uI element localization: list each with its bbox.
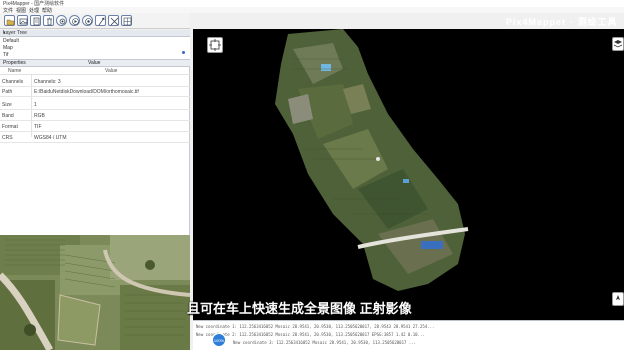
video-subtitle: 且可在车上快速生成全景图像 正射影像	[187, 301, 412, 316]
document-icon	[33, 17, 40, 26]
properties-table: Name Value Channels Channels: 3 Path E:/…	[0, 67, 190, 235]
window-title: Pix4Mapper - 国产测绘软件	[3, 1, 65, 7]
delete-button[interactable]	[43, 15, 54, 26]
properties-value-header: Value	[88, 60, 101, 66]
properties-title: Properties	[3, 60, 26, 66]
property-key: Path	[2, 89, 13, 95]
table-row[interactable]: Band RGB	[0, 111, 190, 121]
tools-button[interactable]	[108, 15, 119, 26]
zoom-extent-button[interactable]	[207, 37, 223, 53]
brand-logo: Pix4Mapper · 测绘工具	[506, 17, 618, 27]
grid-button[interactable]	[121, 15, 132, 26]
property-value: RGB	[34, 113, 45, 119]
document-button[interactable]	[30, 15, 41, 26]
table-row[interactable]: Size 1	[0, 100, 190, 110]
layer-toggle-button[interactable]	[612, 37, 624, 51]
image-button[interactable]	[17, 15, 28, 26]
property-value: Channels: 3	[34, 79, 61, 85]
measure-icon	[98, 17, 105, 26]
open-folder-icon	[6, 19, 15, 26]
properties-header: Properties Value	[0, 59, 190, 67]
log-panel: New coordinate 1: 112.2563416052 Mosaic …	[193, 320, 624, 350]
tree-item-tif[interactable]: Tif	[3, 52, 8, 58]
layer-visibility-dot[interactable]	[182, 51, 185, 54]
column-value: Value	[105, 68, 118, 74]
table-row[interactable]: CRS WGS84 / UTM	[0, 133, 190, 143]
property-key: Channels	[2, 79, 24, 85]
title-bar: Pix4Mapper - 国产测绘软件	[0, 0, 624, 7]
play-icon	[72, 18, 79, 25]
property-value: E:/BaiduNetdiskDownload/DOM/orthomosaic.…	[34, 89, 139, 95]
property-value: TIF	[34, 124, 42, 130]
panel-pin-button[interactable]: ▾	[3, 30, 187, 36]
layers-icon	[613, 40, 623, 48]
property-key: Band	[2, 113, 14, 119]
delete-icon	[47, 17, 52, 26]
table-row[interactable]: Format TIF	[0, 122, 190, 132]
property-key: Format	[2, 124, 18, 130]
play-button[interactable]	[69, 15, 80, 26]
camera-icon	[59, 18, 66, 25]
zoom-extent-icon	[209, 39, 221, 51]
measure-button[interactable]	[95, 15, 106, 26]
target-icon	[85, 18, 92, 25]
image-icon	[19, 18, 28, 25]
table-row[interactable]: Channels Channels: 3	[0, 77, 190, 87]
toolbar	[0, 13, 190, 29]
orthomosaic-image	[193, 29, 624, 320]
open-folder-button[interactable]	[4, 15, 15, 26]
target-button[interactable]	[82, 15, 93, 26]
tools-icon	[110, 17, 119, 26]
compass-button[interactable]	[612, 292, 624, 306]
property-key: Size	[2, 102, 12, 108]
progress-label: 100%	[213, 338, 225, 343]
column-name: Name	[8, 68, 22, 74]
property-value: 1	[34, 102, 37, 108]
property-key: CRS	[2, 135, 13, 141]
property-value: WGS84 / UTM	[34, 135, 67, 141]
map-view[interactable]	[193, 29, 624, 320]
log-line: New coordinate 2: 112.2563416052 Mosaic …	[196, 332, 425, 337]
log-line: New coordinate 1: 112.2563416052 Mosaic …	[196, 324, 435, 329]
compass-icon	[616, 295, 620, 300]
log-line: New coordinate 3: 112.2563416052 Mosaic …	[233, 340, 417, 345]
table-row[interactable]: Path E:/BaiduNetdiskDownload/DOM/orthomo…	[0, 87, 190, 97]
camera-button[interactable]	[56, 15, 67, 26]
properties-column-header: Name Value	[0, 67, 190, 75]
layer-panel-header: Layer Tree ▾	[0, 30, 190, 37]
grid-icon	[123, 17, 132, 26]
progress-indicator: 100%	[212, 333, 226, 347]
aerial-thumbnail[interactable]	[0, 235, 190, 350]
tree-item-default[interactable]: Default	[3, 38, 19, 44]
layer-tree: Default Map Tif	[0, 37, 190, 59]
tree-item-map[interactable]: Map	[3, 45, 13, 51]
